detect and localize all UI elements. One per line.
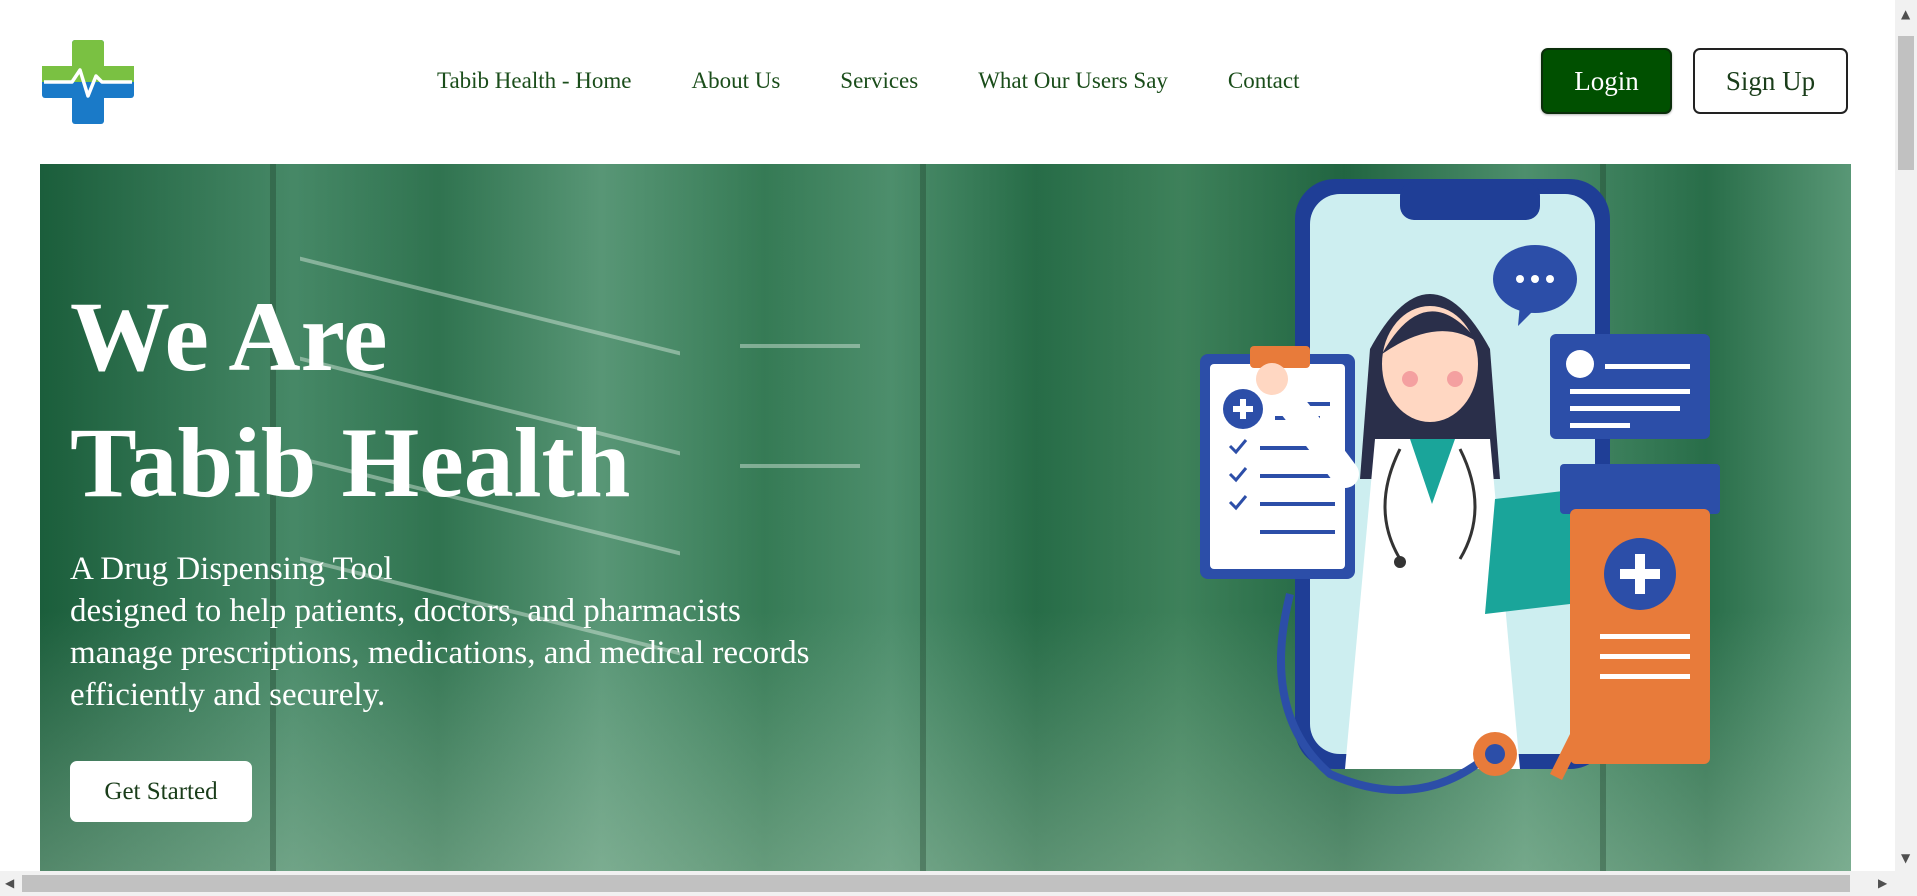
shelf-decoration: [740, 464, 860, 468]
vertical-scrollbar[interactable]: ▲ ▼: [1895, 0, 1917, 871]
column-decoration: [920, 164, 926, 871]
nav-link-testimonials[interactable]: What Our Users Say: [978, 62, 1168, 100]
hero-description: A Drug Dispensing Tool designed to help …: [70, 551, 810, 713]
get-started-button[interactable]: Get Started: [70, 761, 252, 822]
vertical-scrollbar-thumb[interactable]: [1898, 36, 1914, 170]
shelf-decoration: [740, 344, 860, 348]
scroll-down-icon[interactable]: ▼: [1901, 852, 1910, 864]
signup-button[interactable]: Sign Up: [1693, 48, 1848, 114]
nav-link-home[interactable]: Tabib Health - Home: [437, 62, 631, 100]
medical-cross-pulse-logo[interactable]: [42, 40, 134, 124]
nav-link-services[interactable]: Services: [840, 62, 918, 100]
hero-banner: We Are Tabib Health A Drug Dispensing To…: [40, 164, 1851, 871]
nav-link-contact[interactable]: Contact: [1228, 62, 1300, 100]
scroll-left-icon[interactable]: ◀: [5, 877, 14, 889]
main-nav: Tabib Health - Home About Us Services Wh…: [437, 62, 1299, 100]
scroll-up-icon[interactable]: ▲: [1901, 8, 1910, 20]
hero-title: We Are Tabib Health: [70, 281, 631, 518]
nav-link-about[interactable]: About Us: [691, 62, 780, 100]
scroll-right-icon[interactable]: ▶: [1878, 877, 1887, 889]
site-header: Tabib Health - Home About Us Services Wh…: [0, 0, 1895, 162]
doctor-on-phone-illustration: [1200, 179, 1720, 794]
horizontal-scrollbar-thumb[interactable]: [22, 875, 1850, 892]
login-button[interactable]: Login: [1541, 48, 1672, 114]
horizontal-scrollbar[interactable]: ◀ ▶: [0, 871, 1917, 896]
